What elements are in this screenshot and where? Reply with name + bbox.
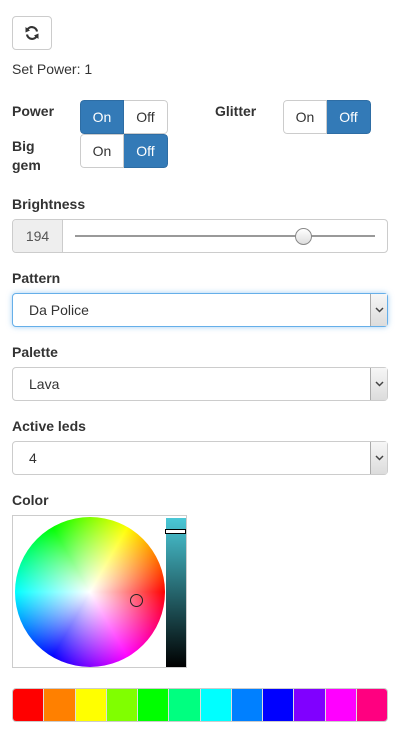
status-text: Set Power: 1 (12, 61, 93, 77)
big-gem-label-line2: gem (12, 157, 41, 173)
brightness-slider-thumb[interactable] (295, 228, 313, 245)
color-swatch[interactable] (169, 689, 201, 721)
color-swatch[interactable] (263, 689, 295, 721)
color-label: Color (12, 492, 49, 508)
color-swatch[interactable] (294, 689, 326, 721)
chevron-down-icon (370, 294, 387, 326)
refresh-button[interactable] (12, 16, 52, 50)
color-swatch[interactable] (356, 689, 387, 721)
color-swatch[interactable] (231, 689, 263, 721)
palette-selected-value: Lava (29, 376, 60, 392)
color-brightness-bar[interactable] (166, 518, 186, 667)
palette-select[interactable]: Lava (12, 367, 388, 401)
glitter-on-button[interactable]: On (283, 100, 327, 134)
active-leds-select[interactable]: 4 (12, 441, 388, 475)
brightness-value: 194 (13, 220, 63, 252)
color-swatch[interactable] (138, 689, 170, 721)
big-gem-off-button[interactable]: Off (124, 134, 168, 168)
big-gem-toggle: On Off (80, 134, 168, 168)
glitter-off-button[interactable]: Off (327, 100, 371, 134)
color-wheel-handle[interactable] (130, 594, 143, 607)
glitter-label: Glitter (215, 103, 257, 119)
color-swatch[interactable] (106, 689, 138, 721)
big-gem-label: Big gem (12, 137, 41, 175)
chevron-down-icon (370, 442, 387, 474)
color-swatch[interactable] (75, 689, 107, 721)
big-gem-label-line1: Big (12, 138, 35, 154)
pattern-label: Pattern (12, 270, 61, 286)
color-picker (12, 515, 187, 668)
brightness-control: 194 (12, 219, 388, 253)
big-gem-on-button[interactable]: On (80, 134, 124, 168)
brightness-slider[interactable] (63, 220, 387, 252)
glitter-toggle: On Off (283, 100, 371, 134)
pattern-select[interactable]: Da Police (12, 293, 388, 327)
palette-label: Palette (12, 344, 58, 360)
color-swatch[interactable] (325, 689, 357, 721)
power-off-button[interactable]: Off (124, 100, 168, 134)
power-on-button[interactable]: On (80, 100, 124, 134)
active-leds-label: Active leds (12, 418, 86, 434)
color-brightness-handle[interactable] (165, 529, 186, 534)
pattern-selected-value: Da Police (29, 302, 89, 318)
color-swatch[interactable] (44, 689, 76, 721)
power-toggle: On Off (80, 100, 168, 134)
color-swatch[interactable] (13, 689, 45, 721)
color-wheel[interactable] (15, 517, 165, 667)
refresh-icon (25, 26, 39, 40)
brightness-label: Brightness (12, 196, 86, 212)
chevron-down-icon (370, 368, 387, 400)
active-leds-selected-value: 4 (29, 450, 37, 466)
brightness-slider-track (75, 235, 375, 237)
color-swatches (12, 688, 388, 722)
power-label: Power (12, 103, 55, 119)
color-swatch[interactable] (200, 689, 232, 721)
